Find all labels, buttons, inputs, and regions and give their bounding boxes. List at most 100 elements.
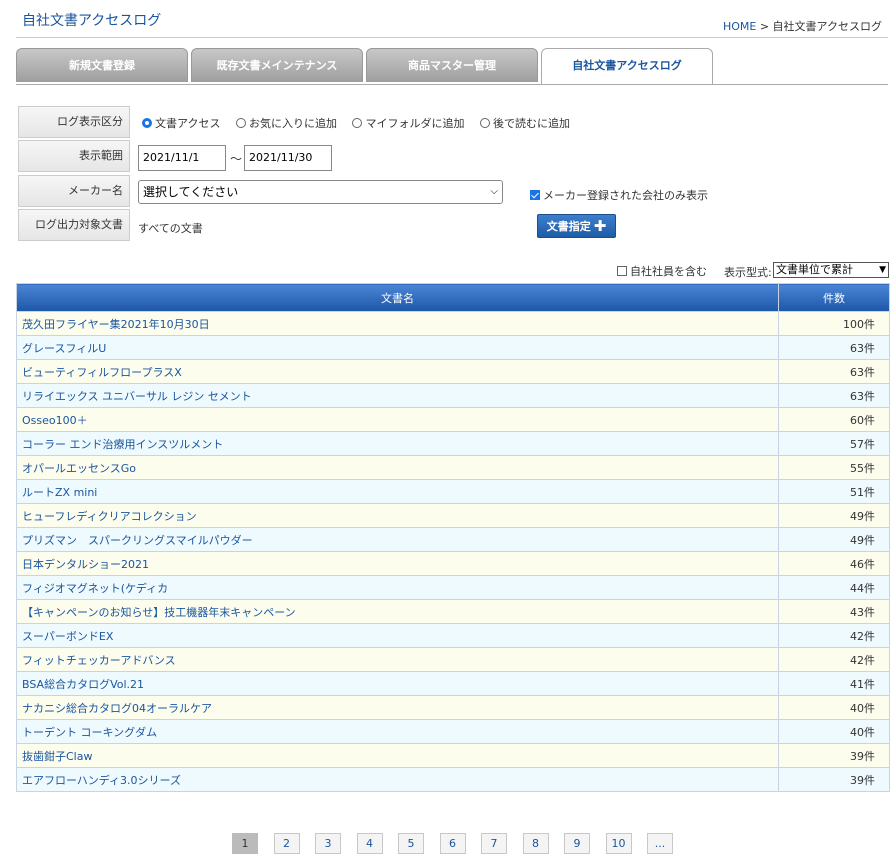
- maker-select[interactable]: 選択してください ⌵: [138, 180, 503, 204]
- maker-label: メーカー名: [18, 175, 130, 207]
- document-name-link[interactable]: トーデント コーキングダム: [16, 719, 779, 744]
- table-body: 茂久田フライヤー集2021年10月30日 100件 グレースフィルU 63件 ビューティ…: [16, 311, 890, 792]
- table-row: プリズマン スパークリングスマイルパウダー 49件: [16, 527, 890, 552]
- page-more-button[interactable]: ...: [647, 833, 673, 854]
- page-button[interactable]: 7: [481, 833, 507, 854]
- table-row: ルートZX mini 51件: [16, 479, 890, 504]
- page-button[interactable]: 5: [398, 833, 424, 854]
- table-row: ヒューフレディクリアコレクション 49件: [16, 503, 890, 528]
- range-from-input[interactable]: 2021/11/1: [138, 145, 226, 171]
- document-name-link[interactable]: オパールエッセンスGo: [16, 455, 779, 480]
- page-button[interactable]: 8: [522, 833, 549, 854]
- radio-selected-icon: [142, 118, 152, 128]
- document-name-link[interactable]: グレースフィルU: [16, 335, 779, 360]
- table-row: コーラー エンド治療用インスツルメント 57件: [16, 431, 890, 456]
- log-type-radio-group: 文書アクセス お気に入りに追加 マイフォルダに追加 後で読むに追加: [142, 115, 582, 131]
- table-row: 【キャンペーンのお知らせ】技工機器年末キャンペーン 43件: [16, 599, 890, 624]
- document-select-button[interactable]: 文書指定 ✚: [537, 214, 616, 238]
- access-count: 42件: [778, 623, 890, 648]
- page-button[interactable]: 6: [439, 833, 466, 854]
- column-header-count: 件数: [778, 283, 890, 312]
- document-name-link[interactable]: ビューティフィルフロープラスX: [16, 359, 779, 384]
- radio-document-access[interactable]: 文書アクセス: [142, 115, 220, 131]
- page-button[interactable]: 1: [232, 833, 258, 854]
- target-value: すべての文書: [138, 222, 203, 235]
- chevron-down-icon: ⌵: [490, 186, 498, 197]
- page-button[interactable]: 10: [605, 833, 632, 854]
- breadcrumb-home-link[interactable]: HOME: [723, 20, 756, 33]
- chevron-down-icon: ▼: [879, 265, 886, 275]
- tab-new-document[interactable]: 新規文書登録: [16, 48, 188, 82]
- checkbox-checked-icon: [530, 190, 540, 200]
- document-name-link[interactable]: コーラー エンド治療用インスツルメント: [16, 431, 779, 456]
- access-count: 39件: [778, 767, 890, 792]
- radio-myfolder-add[interactable]: マイフォルダに追加: [352, 115, 464, 131]
- access-count: 40件: [778, 695, 890, 720]
- document-name-link[interactable]: 抜歯鉗子Claw: [16, 743, 779, 768]
- table-row: リライエックス ユニバーサル レジン セメント 63件: [16, 383, 890, 408]
- access-count: 100件: [778, 311, 890, 336]
- breadcrumb-separator: >: [756, 20, 773, 33]
- document-name-link[interactable]: スーパーボンドEX: [16, 623, 779, 648]
- document-name-link[interactable]: フィジオマグネット(ケディカ: [16, 575, 779, 600]
- checkbox-unchecked-icon: [617, 266, 627, 276]
- format-label: 表示型式:: [724, 266, 772, 279]
- access-count: 49件: [778, 527, 890, 552]
- table-row: 茂久田フライヤー集2021年10月30日 100件: [16, 311, 890, 336]
- range-label: 表示範囲: [18, 140, 130, 172]
- log-type-label: ログ表示区分: [18, 106, 130, 138]
- range-to-input[interactable]: 2021/11/30: [244, 145, 332, 171]
- format-select[interactable]: 文書単位で累計 ▼: [773, 262, 889, 278]
- document-name-link[interactable]: 日本デンタルショー2021: [16, 551, 779, 576]
- table-row: エアフローハンディ3.0シリーズ 39件: [16, 767, 890, 792]
- access-count: 41件: [778, 671, 890, 696]
- page-title: 自社文書アクセスログ: [22, 13, 162, 29]
- document-name-link[interactable]: エアフローハンディ3.0シリーズ: [16, 767, 779, 792]
- access-count: 43件: [778, 599, 890, 624]
- access-count: 63件: [778, 335, 890, 360]
- tab-document-maintenance[interactable]: 既存文書メインテナンス: [191, 48, 363, 82]
- access-count: 49件: [778, 503, 890, 528]
- page-button[interactable]: 4: [356, 833, 383, 854]
- table-header-row: 文書名 件数: [16, 283, 890, 312]
- document-name-link[interactable]: 茂久田フライヤー集2021年10月30日: [16, 311, 779, 336]
- maker-only-checkbox[interactable]: メーカー登録された会社のみ表示: [530, 187, 708, 203]
- document-name-link[interactable]: フィットチェッカーアドバンス: [16, 647, 779, 672]
- target-label: ログ出力対象文書: [18, 209, 130, 241]
- table-row: ナカニシ総合カタログ04オーラルケア 40件: [16, 695, 890, 720]
- document-name-link[interactable]: ナカニシ総合カタログ04オーラルケア: [16, 695, 779, 720]
- table-row: グレースフィルU 63件: [16, 335, 890, 360]
- table-row: ビューティフィルフロープラスX 63件: [16, 359, 890, 384]
- radio-read-later-add[interactable]: 後で読むに追加: [479, 115, 570, 131]
- document-name-link[interactable]: ヒューフレディクリアコレクション: [16, 503, 779, 528]
- page-button[interactable]: 9: [564, 833, 590, 854]
- table-row: BSA総合カタログVol.21 41件: [16, 671, 890, 696]
- tab-access-log[interactable]: 自社文書アクセスログ: [541, 48, 713, 84]
- document-name-link[interactable]: Osseo100＋: [16, 407, 779, 432]
- document-name-link[interactable]: 【キャンペーンのお知らせ】技工機器年末キャンペーン: [16, 599, 779, 624]
- access-count: 60件: [778, 407, 890, 432]
- radio-unselected-icon: [479, 118, 490, 128]
- tab-product-master[interactable]: 商品マスター管理: [366, 48, 538, 82]
- include-staff-checkbox[interactable]: 自社社員を含む: [617, 263, 707, 279]
- breadcrumb-current: 自社文書アクセスログ: [772, 20, 882, 33]
- maker-select-value: 選択してください: [143, 185, 239, 199]
- tab-bar: 新規文書登録 既存文書メインテナンス 商品マスター管理 自社文書アクセスログ: [16, 48, 888, 85]
- document-name-link[interactable]: BSA総合カタログVol.21: [16, 671, 779, 696]
- document-name-link[interactable]: リライエックス ユニバーサル レジン セメント: [16, 383, 779, 408]
- access-log-table: 文書名 件数 茂久田フライヤー集2021年10月30日 100件 グレースフィルU 6…: [16, 283, 890, 792]
- access-count: 42件: [778, 647, 890, 672]
- page-button[interactable]: 2: [273, 833, 300, 854]
- access-count: 57件: [778, 431, 890, 456]
- document-name-link[interactable]: プリズマン スパークリングスマイルパウダー: [16, 527, 779, 552]
- page-button[interactable]: 3: [315, 833, 341, 854]
- document-name-link[interactable]: ルートZX mini: [16, 479, 779, 504]
- table-row: 抜歯鉗子Claw 39件: [16, 743, 890, 768]
- table-row: オパールエッセンスGo 55件: [16, 455, 890, 480]
- title-divider: [16, 37, 888, 38]
- radio-favorite-add[interactable]: お気に入りに追加: [235, 115, 337, 131]
- include-staff-label: 自社社員を含む: [630, 265, 707, 278]
- range-separator: ～: [230, 152, 243, 166]
- access-count: 51件: [778, 479, 890, 504]
- table-row: フィットチェッカーアドバンス 42件: [16, 647, 890, 672]
